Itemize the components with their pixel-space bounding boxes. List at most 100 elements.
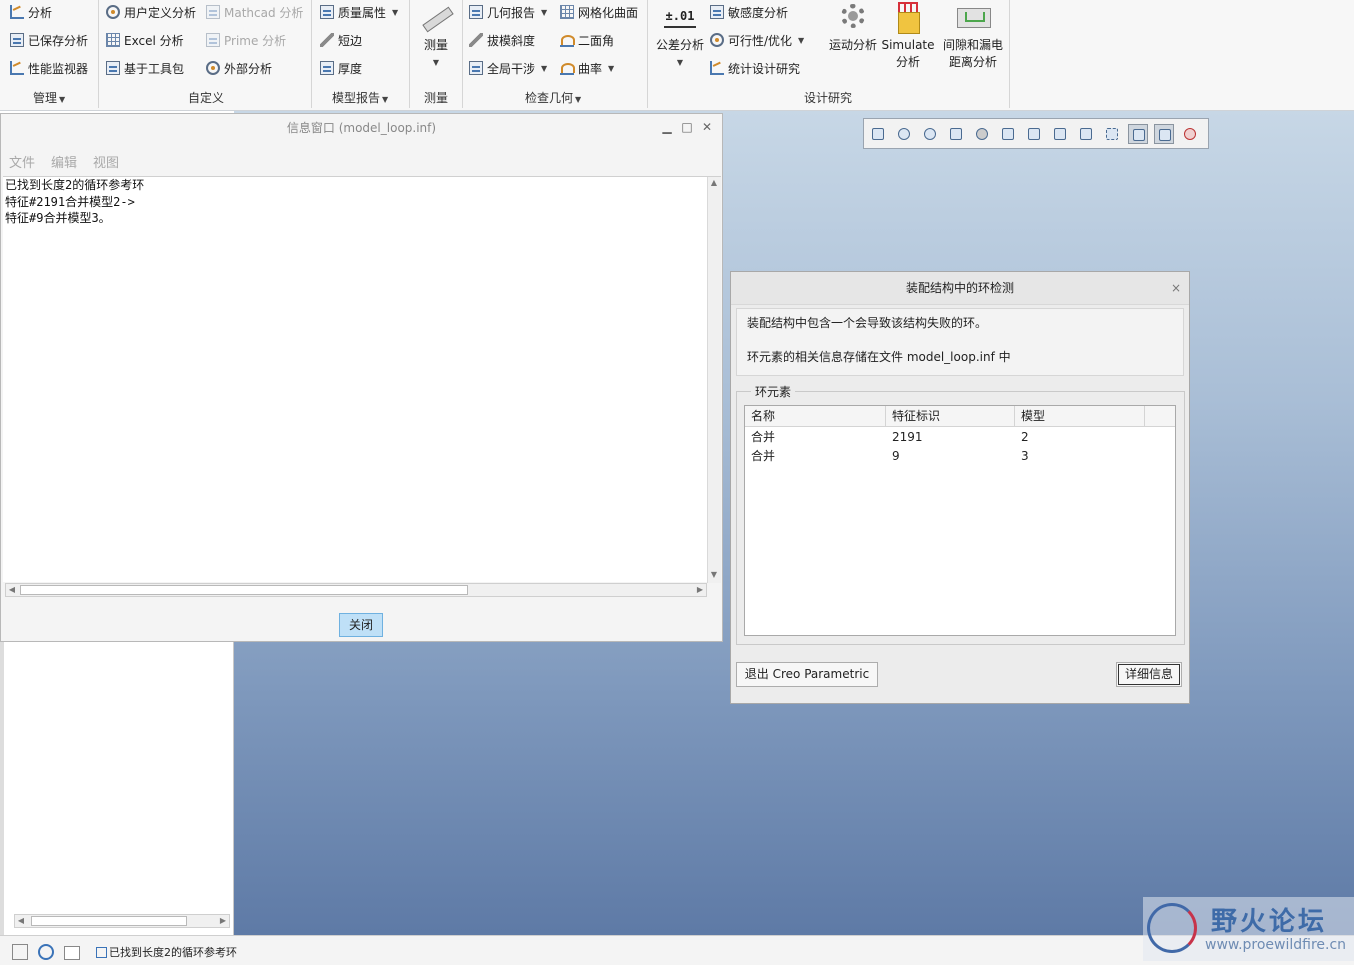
exit-creo-button[interactable]: 退出 Creo Parametric: [736, 662, 878, 687]
column-header-feature-id[interactable]: 特征标识: [886, 406, 1015, 427]
refit-button[interactable]: [868, 124, 888, 144]
close-icon[interactable]: ✕: [700, 120, 714, 134]
sensitivity-analysis-button[interactable]: 敏感度分析: [710, 2, 788, 22]
chevron-down-icon: ▼: [798, 35, 805, 45]
menu-view[interactable]: 视图: [93, 152, 119, 171]
zoom-in-icon: [898, 128, 910, 140]
watermark-url: www.proewildfire.cn: [1205, 937, 1347, 953]
tolerance-analysis-button[interactable]: ±.01 公差分析 ▼: [652, 2, 708, 71]
user-defined-analysis-button[interactable]: 用户定义分析: [106, 2, 196, 22]
spin-center-icon: [1159, 129, 1171, 141]
repaint-button[interactable]: [946, 124, 966, 144]
scroll-down-icon[interactable]: ▼: [708, 569, 720, 581]
statistical-design-button[interactable]: 统计设计研究: [710, 58, 800, 78]
performance-monitor-button[interactable]: 性能监视器: [10, 58, 88, 78]
close-button[interactable]: 关闭: [339, 613, 383, 637]
horizontal-scrollbar[interactable]: ◀ ▶: [5, 583, 707, 597]
datum-display-icon: [1106, 128, 1118, 140]
clearance-creepage-button[interactable]: 间隙和漏电 距离分析: [940, 2, 1006, 71]
loop-elements-table[interactable]: 名称 特征标识 模型 合并 2191 2 合并 9 3: [744, 405, 1176, 636]
optimization-icon: [710, 33, 724, 47]
vertical-scrollbar[interactable]: ▲ ▼: [707, 177, 721, 583]
column-header-name[interactable]: 名称: [745, 406, 886, 427]
mass-properties-button[interactable]: 质量属性 ▼: [320, 2, 398, 22]
short-edge-icon: [320, 33, 334, 47]
cell-name: 合并: [751, 449, 776, 463]
display-style-button[interactable]: [972, 124, 992, 144]
mathcad-analysis-button[interactable]: Mathcad 分析: [206, 2, 303, 22]
draft-button[interactable]: 拔模斜度: [469, 30, 535, 50]
scroll-left-icon[interactable]: ◀: [6, 584, 18, 596]
feasibility-optimization-button[interactable]: 可行性/优化 ▼: [710, 30, 804, 50]
menu-file[interactable]: 文件: [9, 152, 35, 171]
perspective-button[interactable]: [1050, 124, 1070, 144]
external-analysis-button[interactable]: 外部分析: [206, 58, 272, 78]
minimize-icon[interactable]: ▁: [660, 120, 674, 134]
scroll-up-icon[interactable]: ▲: [708, 177, 720, 189]
excel-analysis-button[interactable]: Excel 分析: [106, 30, 184, 50]
meshed-surface-icon: [560, 5, 574, 19]
saved-orientations-button[interactable]: [998, 124, 1018, 144]
menu-edit[interactable]: 编辑: [51, 152, 77, 171]
column-header-model[interactable]: 模型: [1015, 406, 1145, 427]
chevron-down-icon: ▼: [575, 95, 582, 104]
motion-analysis-button[interactable]: 运动分析: [820, 2, 886, 54]
annotation-display-button[interactable]: [1128, 124, 1148, 144]
excel-icon: [106, 33, 120, 47]
view-manager-icon: [1028, 128, 1040, 140]
meshed-surface-button[interactable]: 网格化曲面: [560, 2, 638, 22]
ribbon-group-design-study: ±.01 公差分析 ▼ 敏感度分析 可行性/优化 ▼ 统计设计研究 运动分析 S…: [648, 0, 1010, 108]
scroll-right-icon[interactable]: ▶: [217, 915, 229, 927]
saved-analysis-button[interactable]: 已保存分析: [10, 30, 88, 50]
model-tree-toggle-icon[interactable]: [12, 944, 28, 960]
thickness-button[interactable]: 厚度: [320, 58, 362, 78]
cell-feature-id: 2191: [892, 430, 923, 444]
display-style-icon: [976, 128, 988, 140]
toolkit-based-button[interactable]: 基于工具包: [106, 58, 184, 78]
view-manager-button[interactable]: [1024, 124, 1044, 144]
dihedral-angle-icon: [560, 33, 575, 47]
info-text-area[interactable]: 已找到长度2的循环参考环 特征#2191合并模型2-> 特征#9合并模型3。 ▲…: [3, 176, 721, 597]
model-tree-panel[interactable]: ◀ ▶: [0, 642, 234, 935]
scroll-left-icon[interactable]: ◀: [15, 915, 27, 927]
dihedral-angle-button[interactable]: 二面角: [560, 30, 614, 50]
ribbon-group-model-report: 质量属性 ▼ 短边 厚度 模型报告 ▼: [312, 0, 410, 108]
measure-button[interactable]: 测量 ▼: [416, 2, 456, 71]
details-button[interactable]: 详细信息: [1116, 662, 1182, 687]
spin-center-button[interactable]: [1154, 124, 1174, 144]
connector-button[interactable]: [1180, 124, 1200, 144]
ribbon-group-measure: 测量 ▼ 测量: [410, 0, 463, 108]
chevron-down-icon: ▼: [541, 7, 548, 17]
scrollbar-thumb[interactable]: [31, 916, 187, 926]
short-edge-button[interactable]: 短边: [320, 30, 362, 50]
group-label-design-study: 设计研究: [804, 91, 853, 105]
scroll-right-icon[interactable]: ▶: [694, 584, 706, 596]
gear-icon: [837, 2, 869, 34]
analysis-button[interactable]: 分析: [10, 2, 52, 22]
simulate-analysis-button[interactable]: Simulate 分析: [880, 2, 936, 71]
chevron-down-icon: ▼: [392, 7, 399, 17]
chevron-down-icon: ▼: [676, 58, 684, 67]
geometry-report-button[interactable]: 几何报告 ▼: [469, 2, 547, 22]
camera-icon: [1054, 128, 1066, 140]
maximize-icon[interactable]: □: [680, 120, 694, 134]
clearance-icon: [957, 2, 991, 34]
zoom-in-button[interactable]: [894, 124, 914, 144]
zoom-out-button[interactable]: [920, 124, 940, 144]
prime-analysis-button[interactable]: Prime 分析: [206, 30, 286, 50]
scrollbar-thumb[interactable]: [20, 585, 468, 595]
horizontal-scrollbar[interactable]: ◀ ▶: [14, 914, 230, 928]
curvature-button[interactable]: 曲率 ▼: [560, 58, 614, 78]
datum-display-button[interactable]: [1102, 124, 1122, 144]
group-label-manage[interactable]: 管理 ▼: [33, 89, 65, 106]
sensitivity-icon: [710, 5, 724, 19]
group-label-model-report[interactable]: 模型报告 ▼: [332, 89, 388, 106]
full-screen-icon[interactable]: [64, 946, 80, 960]
global-interference-button[interactable]: 全局干涉 ▼: [469, 58, 547, 78]
browser-icon[interactable]: [38, 944, 54, 960]
group-label-inspect[interactable]: 检查几何 ▼: [525, 89, 581, 106]
ribbon-group-manage: 分析 已保存分析 性能监视器 管理 ▼: [0, 0, 99, 108]
close-icon[interactable]: ×: [1171, 281, 1181, 295]
info-line: 已找到长度2的循环参考环: [5, 178, 145, 192]
section-button[interactable]: [1076, 124, 1096, 144]
